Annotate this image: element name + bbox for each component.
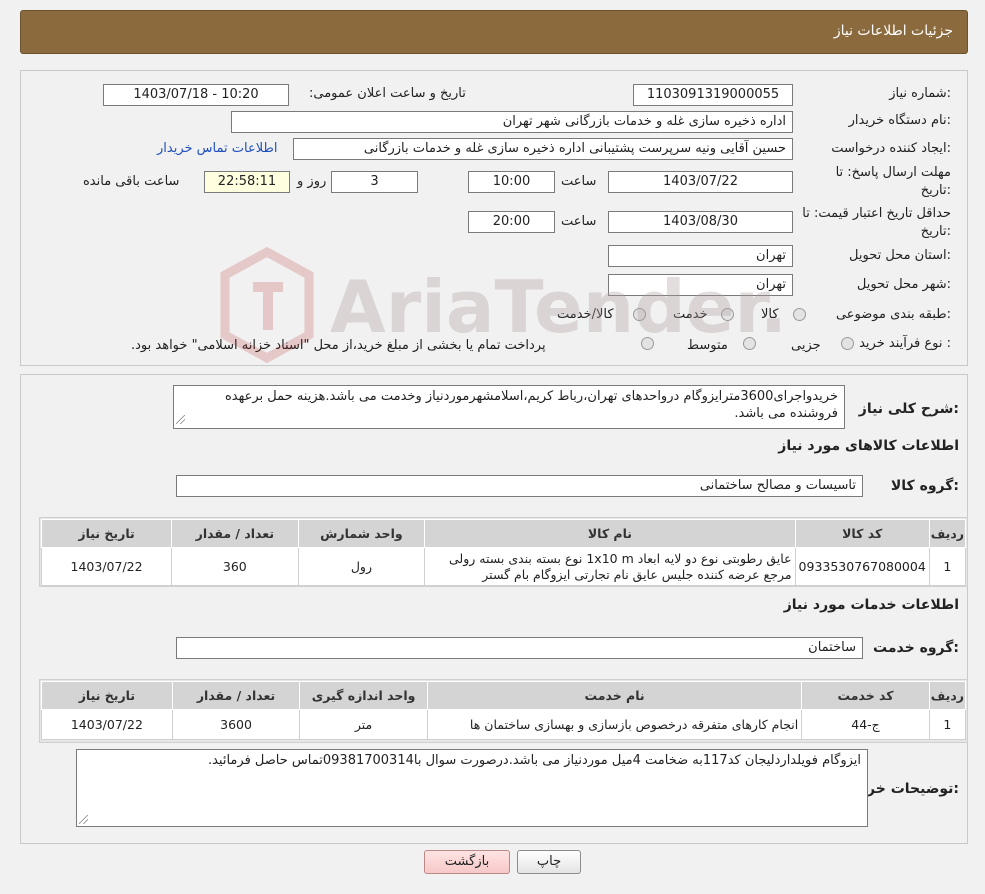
- remaining-time-field: 22:58:11: [204, 171, 290, 193]
- deadline-time-field: 10:00: [468, 171, 555, 193]
- deadline-label-line2: تاریخ:: [920, 183, 951, 198]
- services-col-name: نام خدمت: [426, 681, 803, 710]
- description-label: شرح کلی نیاز:: [858, 401, 959, 417]
- category-radio-goods[interactable]: [793, 308, 806, 321]
- goods-section-title: اطلاعات کالاهای مورد نیاز: [778, 438, 959, 454]
- services-cell-row: 1: [928, 709, 967, 740]
- services-cell-name: انجام کارهای متفرقه درخصوص بازسازی و بهس…: [426, 709, 803, 740]
- deadline-time-label: ساعت: [561, 174, 597, 189]
- process-radio-medium[interactable]: [743, 337, 756, 350]
- services-cell-qty: 3600: [171, 709, 301, 740]
- process-note: پرداخت تمام یا بخشی از مبلغ خرید،از محل …: [131, 338, 546, 353]
- need-number-field: 1103091319000055: [633, 84, 793, 106]
- print-button[interactable]: چاپ: [517, 850, 581, 874]
- goods-col-date: تاریخ نیاز: [40, 519, 173, 548]
- info-panel: شماره نیاز: 1103091319000055 تاریخ و ساع…: [20, 70, 968, 366]
- buyer-org-field: اداره ذخیره سازی غله و خدمات بازرگانی شه…: [231, 111, 793, 133]
- services-col-date: تاریخ نیاز: [41, 681, 173, 710]
- province-field: تهران: [608, 245, 793, 267]
- validity-time-label: ساعت: [561, 214, 597, 229]
- process-radio-treasury[interactable]: [641, 337, 654, 350]
- goods-col-code: کد کالا: [794, 519, 930, 548]
- creator-field: حسین آقایی ونیه سرپرست پشتیبانی اداره ذخ…: [293, 138, 793, 160]
- announce-field: 1403/07/18 - 10:20: [103, 84, 289, 106]
- buyer-notes-textarea[interactable]: ایزوگام فویلداردلیجان کد117به ضخامت 4میل…: [76, 749, 868, 827]
- goods-cell-code: 0933530767080004: [794, 547, 930, 586]
- category-radio-service[interactable]: [721, 308, 734, 321]
- goods-col-qty: تعداد / مقدار: [171, 519, 299, 548]
- services-cell-unit: متر: [299, 709, 428, 740]
- buyer-org-label: نام دستگاه خریدار:: [848, 113, 951, 128]
- validity-label-line2: تاریخ:: [920, 224, 951, 239]
- services-col-unit: واحد اندازه گیری: [299, 681, 428, 710]
- announce-label: تاریخ و ساعت اعلان عمومی:: [309, 86, 466, 101]
- goods-cell-name: عایق رطوبتی نوع دو لایه ابعاد 1x10 m نوع…: [424, 547, 796, 586]
- process-option-medium: متوسط: [687, 338, 728, 353]
- deadline-label-line1: مهلت ارسال پاسخ: تا: [835, 165, 951, 180]
- services-col-code: کد خدمت: [801, 681, 930, 710]
- city-label: شهر محل تحویل:: [856, 277, 951, 292]
- table-row: 1 0933530767080004 عایق رطوبتی نوع دو لا…: [40, 547, 967, 586]
- deadline-date-field: 1403/07/22: [608, 171, 793, 193]
- services-section-title: اطلاعات خدمات مورد نیاز: [783, 597, 959, 613]
- goods-group-field: تاسیسات و مصالح ساختمانی: [176, 475, 863, 497]
- buyer-contact-link[interactable]: اطلاعات تماس خریدار: [157, 141, 277, 156]
- services-group-field: ساختمان: [176, 637, 863, 659]
- category-label: طبقه بندی موضوعی:: [835, 307, 951, 322]
- description-textarea[interactable]: خریدواجرای3600مترایزوگام درواحدهای تهران…: [173, 385, 845, 429]
- details-panel: شرح کلی نیاز: خریدواجرای3600مترایزوگام د…: [20, 374, 968, 844]
- goods-col-unit: واحد شمارش: [297, 519, 426, 548]
- goods-col-row: ردیف: [928, 519, 967, 548]
- page-title: جزئیات اطلاعات نیاز: [833, 23, 953, 39]
- city-field: تهران: [608, 274, 793, 296]
- need-number-label: شماره نیاز:: [889, 86, 951, 101]
- services-cell-date: 1403/07/22: [41, 709, 173, 740]
- table-row: 1 ج-44 انجام کارهای متفرقه درخصوص بازساز…: [41, 709, 967, 740]
- services-table: ردیف کد خدمت نام خدمت واحد اندازه گیری ت…: [41, 681, 967, 740]
- goods-name-text: عایق رطوبتی نوع دو لایه ابعاد 1x10 m نوع…: [448, 550, 792, 582]
- back-button[interactable]: بازگشت: [424, 850, 510, 874]
- validity-time-field: 20:00: [468, 211, 555, 233]
- services-group-label: گروه خدمت:: [873, 640, 959, 656]
- process-option-minor: جزیی: [791, 338, 821, 353]
- remaining-label: ساعت باقی مانده: [83, 174, 180, 189]
- services-cell-code: ج-44: [801, 709, 930, 740]
- category-option-service: خدمت: [673, 307, 708, 322]
- services-col-row: ردیف: [928, 681, 967, 710]
- days-label: روز و: [297, 174, 327, 189]
- goods-group-label: گروه کالا:: [890, 478, 959, 494]
- validity-label-line1: حداقل تاریخ اعتبار قیمت: تا: [802, 206, 951, 221]
- process-label: نوع فرآیند خرید :: [859, 336, 951, 351]
- page-header: جزئیات اطلاعات نیاز: [20, 10, 968, 54]
- category-option-goods-service: کالا/خدمت: [557, 307, 614, 322]
- resize-grip-icon[interactable]: [176, 415, 185, 424]
- creator-label: ایجاد کننده درخواست:: [831, 141, 951, 156]
- category-option-goods: کالا: [761, 307, 779, 322]
- resize-grip-icon[interactable]: [79, 815, 88, 824]
- validity-date-field: 1403/08/30: [608, 211, 793, 233]
- goods-cell-date: 1403/07/22: [40, 547, 173, 586]
- services-col-qty: تعداد / مقدار: [171, 681, 301, 710]
- process-radio-minor[interactable]: [841, 337, 854, 350]
- province-label: استان محل تحویل:: [849, 248, 951, 263]
- category-radio-goods-service[interactable]: [633, 308, 646, 321]
- goods-cell-qty: 360: [171, 547, 299, 586]
- goods-cell-unit: رول: [297, 547, 426, 586]
- goods-cell-row: 1: [928, 547, 967, 586]
- days-field: 3: [331, 171, 418, 193]
- goods-col-name: نام کالا: [424, 519, 796, 548]
- goods-table: ردیف کد کالا نام کالا واحد شمارش تعداد /…: [40, 519, 967, 586]
